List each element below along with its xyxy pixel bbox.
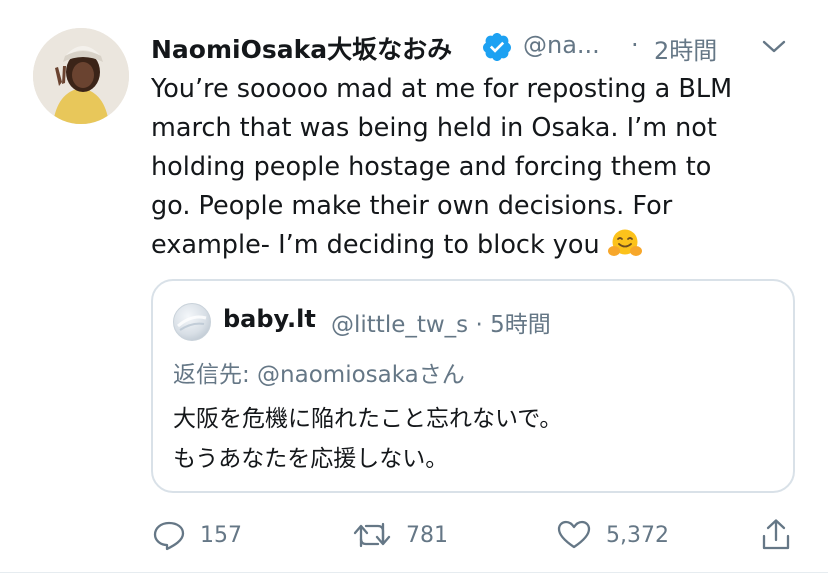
quoted-text: 大阪を危機に陥れたこと忘れないで。 もうあなたを応援しない。 [173,406,563,472]
retweet-count: 781 [406,522,448,548]
tweet-timestamp[interactable]: 2時間 [654,31,717,66]
retweet-button[interactable]: 781 [352,510,448,560]
quoted-tweet[interactable]: baby.lt @little_tw_s · 5時間 返信先: @naomios… [151,279,795,493]
quoted-author-name[interactable]: baby.lt [223,305,316,333]
verified-badge-icon [483,33,511,61]
quoted-handle-time[interactable]: @little_tw_s · 5時間 [331,305,551,339]
like-count: 5,372 [606,522,669,548]
author-avatar[interactable] [33,28,129,124]
avatar-image [177,315,207,331]
tweet-header: NaomiOsaka大坂なおみ @na... · 2時間 [151,26,811,68]
reply-icon [153,521,185,551]
avatar-image [33,28,129,124]
divider [0,572,828,573]
reply-button[interactable]: 157 [152,510,242,560]
author-name[interactable]: NaomiOsaka大坂なおみ [151,30,452,66]
chevron-down-icon[interactable] [761,38,787,56]
share-button[interactable] [760,510,792,560]
like-icon [557,520,591,549]
author-handle[interactable]: @na... [523,31,600,59]
share-icon [762,519,790,550]
reply-count: 157 [200,522,242,548]
tweet-body: You’re sooooo mad at me for reposting a … [151,70,811,265]
retweet-icon [353,522,391,548]
hugging-face-emoji-icon [607,229,642,256]
quoted-reply-to: 返信先: @naomiosakaさん [173,362,465,388]
action-bar: 157 781 5,372 [0,510,828,560]
quoted-author-avatar[interactable] [173,303,211,341]
header-separator: · [631,31,639,59]
tweet-text: You’re sooooo mad at me for reposting a … [151,74,733,260]
like-button[interactable]: 5,372 [556,510,669,560]
